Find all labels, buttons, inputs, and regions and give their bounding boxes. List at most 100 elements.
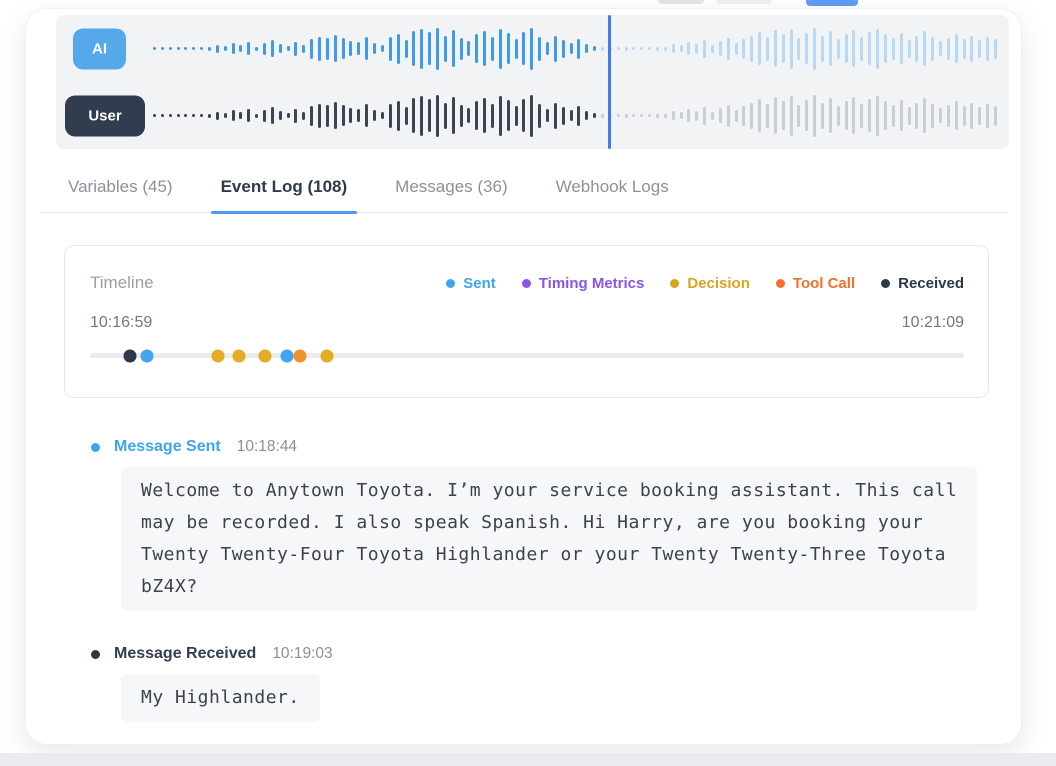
waveform-bar [735, 43, 738, 55]
waveform-bar [766, 37, 769, 61]
timeline-event-dot[interactable] [124, 349, 137, 362]
waveform-bar [656, 47, 659, 51]
waveform-bar [695, 44, 698, 54]
timeline-event-dot[interactable] [293, 349, 306, 362]
waveform-bar [499, 96, 502, 136]
waveform-bar [892, 38, 895, 60]
waveform-bar [711, 45, 714, 53]
waveform-bar [868, 99, 871, 132]
timeline-panel: Timeline Sent Timing Metrics Decision Tool … [64, 245, 989, 398]
waveform-bar [444, 103, 447, 129]
waveform-bar [617, 47, 620, 50]
waveform-bar [900, 100, 903, 131]
waveform-bar [892, 105, 895, 127]
legend-item-tool-call[interactable]: Tool Call [776, 275, 855, 292]
waveform-bar [978, 107, 981, 125]
waveform-bar [530, 28, 533, 70]
waveform-bar [845, 34, 848, 63]
event-type-label[interactable]: Message Sent [114, 438, 221, 456]
waveform-bar [711, 112, 714, 120]
waveform-bar [947, 38, 950, 60]
waveform-bar [963, 39, 966, 59]
waveform-bar [287, 46, 290, 51]
waveform-bar [845, 101, 848, 130]
legend-dot-icon [670, 279, 679, 288]
waveform-bar [632, 114, 635, 117]
timeline-event-dot[interactable] [211, 349, 224, 362]
user-speaker-badge: User [65, 95, 145, 136]
legend-item-received[interactable]: Received [881, 275, 964, 292]
waveform-bar [735, 110, 738, 122]
timeline-track[interactable] [90, 353, 964, 358]
waveform-bar [829, 98, 832, 133]
legend-item-decision[interactable]: Decision [670, 275, 750, 292]
waveform-bar [790, 96, 793, 136]
waveform-bar [491, 104, 494, 128]
waveform-bar [915, 103, 918, 129]
waveform-bar [963, 106, 966, 126]
waveform-bar [742, 106, 745, 126]
waveform-bar [805, 100, 808, 131]
waveform-bar [153, 47, 156, 50]
waveform-bar [294, 42, 297, 56]
waveform-bar [994, 106, 997, 126]
waveform-bar [632, 47, 635, 50]
waveform-bar [412, 98, 415, 133]
waveform-bar [334, 35, 337, 62]
tab-bar: Variables (45) Event Log (108) Messages … [40, 177, 1007, 213]
waveform-bar [357, 42, 360, 55]
waveform-bar [852, 30, 855, 67]
tab-webhook-logs[interactable]: Webhook Logs [554, 177, 671, 212]
waveform-bar [381, 45, 384, 52]
waveform-bar [184, 114, 187, 117]
legend-item-sent[interactable]: Sent [446, 275, 496, 292]
waveform-bar [326, 105, 329, 127]
tab-event-log[interactable]: Event Log (108) [219, 177, 350, 212]
waveform-bar [365, 104, 368, 127]
waveform-bar [255, 114, 258, 118]
waveform-bar [192, 114, 195, 117]
legend-dot-icon [446, 279, 455, 288]
playback-playhead[interactable] [608, 15, 611, 149]
waveform-bar [931, 104, 934, 128]
waveform-bar [758, 32, 761, 65]
waveform-bar [318, 37, 321, 61]
waveform-bar [955, 34, 958, 63]
waveform-bar [161, 114, 164, 117]
waveform-bar [546, 42, 549, 55]
event-type-label[interactable]: Message Received [114, 645, 256, 663]
waveform-bar [656, 114, 659, 118]
user-waveform [153, 82, 998, 149]
waveform-bar [797, 38, 800, 60]
waveform-bar [585, 111, 588, 120]
waveform-bar [750, 36, 753, 62]
waveform-bar [342, 105, 345, 126]
waveform-bar [507, 33, 510, 64]
waveform-bar [884, 101, 887, 130]
waveform-bar [208, 47, 211, 51]
waveform-bar [672, 111, 675, 120]
waveform-bar [625, 47, 628, 51]
waveform-bar [349, 41, 352, 56]
waveform-bar [349, 108, 352, 123]
waveform-bar [766, 104, 769, 128]
timeline-event-dot[interactable] [232, 349, 245, 362]
legend-label: Decision [687, 275, 750, 292]
waveform-panel[interactable]: AI User [56, 15, 1009, 149]
waveform-bar [908, 40, 911, 58]
tab-variables[interactable]: Variables (45) [66, 177, 175, 212]
waveform-bar [522, 99, 525, 132]
waveform-bar [562, 107, 565, 125]
event-entry: Message Received10:19:03My Highlander. [91, 645, 984, 722]
timeline-event-dot[interactable] [320, 349, 333, 362]
waveform-bar [397, 101, 400, 131]
timeline-title: Timeline [90, 273, 154, 293]
tab-messages[interactable]: Messages (36) [393, 177, 509, 212]
ai-waveform [153, 15, 998, 82]
timeline-event-dot[interactable] [258, 349, 271, 362]
waveform-bar [625, 114, 628, 118]
timeline-event-dot[interactable] [140, 349, 153, 362]
timeline-event-dot[interactable] [280, 349, 293, 362]
legend-item-timing-metrics[interactable]: Timing Metrics [522, 275, 645, 292]
legend-label: Tool Call [793, 275, 855, 292]
